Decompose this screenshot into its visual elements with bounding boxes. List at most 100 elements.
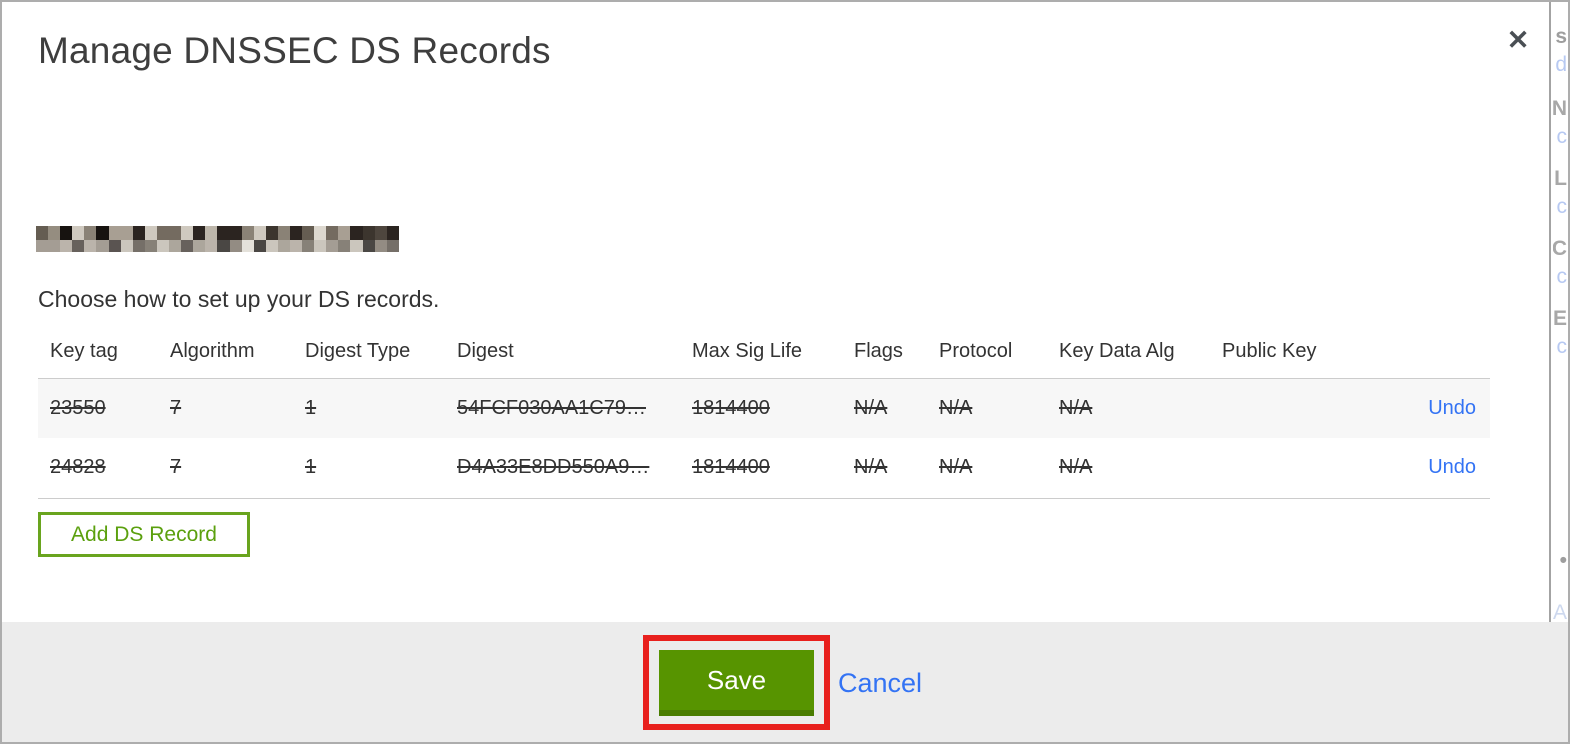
cell-value: N/A bbox=[1059, 456, 1093, 479]
column-header: Protocol bbox=[939, 340, 1013, 363]
column-header: Key tag bbox=[50, 340, 118, 363]
ds-records-table: Key tag Algorithm Digest Type Digest Max Sig… bbox=[38, 326, 1490, 499]
action-cell: Undo bbox=[1340, 438, 1490, 498]
redaction-pixel bbox=[205, 240, 218, 252]
background-text-fragment: • bbox=[1559, 549, 1567, 572]
redaction-pixel bbox=[60, 240, 73, 252]
cancel-link[interactable]: Cancel bbox=[838, 668, 922, 699]
background-text-fragment: A bbox=[1553, 601, 1567, 622]
column-header: Public Key bbox=[1222, 340, 1317, 363]
redaction-pixel bbox=[314, 240, 327, 252]
background-text-fragment: c bbox=[1556, 335, 1568, 358]
table-cell: 7 bbox=[158, 378, 293, 438]
cell-value: 54FCF030AA1C79… bbox=[457, 396, 646, 419]
redaction-pixel bbox=[36, 240, 49, 252]
redaction-pixel bbox=[350, 240, 363, 252]
redaction-pixel bbox=[72, 240, 85, 252]
redaction-pixel bbox=[36, 226, 49, 240]
redaction-pixel bbox=[314, 226, 327, 240]
column-header: Max Sig Life bbox=[692, 340, 803, 363]
redaction-pixel bbox=[84, 226, 97, 240]
modal-frame: Manage DNSSEC DS Records ✕ Choose how to… bbox=[0, 0, 1570, 744]
undo-link[interactable]: Undo bbox=[1428, 456, 1476, 478]
redaction-pixel bbox=[156, 226, 170, 240]
table-cell: 1814400 bbox=[680, 378, 842, 438]
redaction-pixel bbox=[265, 226, 278, 240]
cell-value: 23550 bbox=[50, 396, 106, 419]
redaction-pixel bbox=[48, 240, 61, 252]
redaction-pixel bbox=[326, 240, 339, 252]
redaction-pixel bbox=[253, 240, 266, 252]
redaction-pixel bbox=[241, 240, 254, 252]
close-icon[interactable]: ✕ bbox=[1498, 20, 1538, 60]
background-text-fragment: E bbox=[1553, 307, 1567, 330]
page-title: Manage DNSSEC DS Records bbox=[38, 30, 551, 71]
table-cell: 1 bbox=[293, 438, 445, 498]
table-row: 23550 7 1 54FCF030AA1C79… 1814400 N/A N/A N/A Un… bbox=[38, 378, 1490, 438]
cell-value: 1814400 bbox=[692, 456, 770, 479]
table-cell bbox=[1210, 378, 1340, 438]
redacted-domain bbox=[36, 226, 400, 254]
cell-value: 1814400 bbox=[692, 396, 770, 419]
redaction-pixel bbox=[169, 226, 182, 240]
redaction-pixel bbox=[132, 240, 145, 252]
table-cell: 54FCF030AA1C79… bbox=[445, 378, 680, 438]
add-ds-record-button[interactable]: Add DS Record bbox=[38, 512, 250, 557]
modal-body: Manage DNSSEC DS Records ✕ Choose how to… bbox=[2, 2, 1551, 622]
undo-link[interactable]: Undo bbox=[1428, 397, 1476, 419]
table-cell: N/A bbox=[927, 378, 1047, 438]
redaction-pixel bbox=[241, 226, 254, 240]
redaction-pixel bbox=[120, 226, 133, 240]
background-text-fragment: s bbox=[1555, 25, 1567, 48]
redaction-pixel bbox=[374, 240, 387, 252]
table-cell: 1 bbox=[293, 378, 445, 438]
redaction-pixel bbox=[386, 240, 399, 252]
redaction-pixel bbox=[374, 226, 387, 240]
redaction-pixel bbox=[277, 240, 290, 252]
table-cell: N/A bbox=[1047, 438, 1210, 498]
redaction-pixel bbox=[144, 240, 157, 252]
table-cell: N/A bbox=[842, 438, 927, 498]
table-cell: D4A33E8DD550A9… bbox=[445, 438, 680, 498]
cell-value: N/A bbox=[1059, 396, 1093, 419]
cell-value: D4A33E8DD550A9… bbox=[457, 456, 650, 479]
redaction-pixel bbox=[96, 226, 109, 240]
redaction-pixel bbox=[338, 226, 351, 240]
redaction-pixel bbox=[181, 226, 194, 240]
redaction-pixel bbox=[108, 240, 121, 252]
background-text-fragment: c bbox=[1556, 265, 1568, 288]
column-header-actions bbox=[1340, 326, 1490, 378]
background-text-fragment: c bbox=[1556, 195, 1568, 218]
cell-value: N/A bbox=[854, 396, 888, 419]
column-header: Digest Type bbox=[305, 340, 411, 363]
table-cell bbox=[1210, 438, 1340, 498]
redaction-pixel bbox=[120, 240, 133, 252]
redaction-pixel bbox=[265, 240, 278, 252]
redaction-pixel bbox=[72, 226, 85, 240]
redaction-pixel bbox=[48, 226, 61, 240]
table-row: 24828 7 1 D4A33E8DD550A9… 1814400 N/A N/A N/A Un… bbox=[38, 438, 1490, 498]
redaction-pixel bbox=[350, 226, 363, 240]
redaction-pixel bbox=[326, 226, 339, 240]
redaction-pixel bbox=[108, 226, 121, 240]
redaction-pixel bbox=[84, 240, 97, 252]
redaction-pixel bbox=[193, 226, 206, 240]
redaction-pixel bbox=[205, 226, 218, 240]
background-text-fragment: d bbox=[1555, 53, 1567, 76]
redaction-pixel bbox=[362, 226, 375, 240]
background-text-fragment: L bbox=[1554, 167, 1567, 190]
redaction-pixel bbox=[193, 240, 206, 252]
instruction-text: Choose how to set up your DS records. bbox=[38, 286, 440, 312]
redaction-pixel bbox=[217, 240, 230, 252]
save-button[interactable]: Save bbox=[659, 650, 814, 716]
redaction-pixel bbox=[289, 226, 303, 240]
column-header: Algorithm bbox=[170, 340, 255, 363]
table-cell: 7 bbox=[158, 438, 293, 498]
background-page-sliver: s d Nc Lc Cc Ec • A bbox=[1553, 2, 1568, 622]
cell-value: 1 bbox=[305, 456, 317, 479]
redaction-pixel bbox=[289, 240, 303, 252]
redaction-pixel bbox=[181, 240, 194, 252]
cell-value: 7 bbox=[170, 456, 182, 479]
table-cell: 23550 bbox=[38, 378, 158, 438]
redaction-pixel bbox=[338, 240, 351, 252]
